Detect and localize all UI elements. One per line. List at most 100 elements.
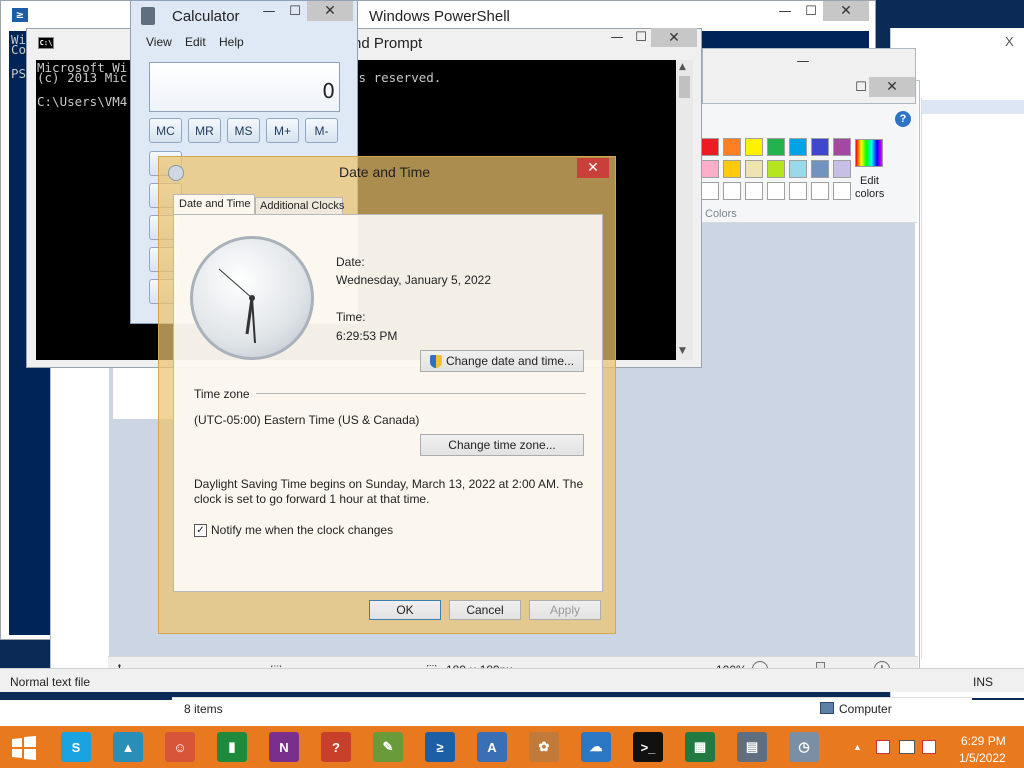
color-swatch-purple[interactable] <box>833 138 851 156</box>
calculator-minimize-button[interactable]: — <box>255 3 283 19</box>
scroll-up-arrow-icon[interactable]: ▲ <box>679 62 686 72</box>
scroll-down-arrow-icon[interactable]: ▼ <box>679 346 686 356</box>
color-swatch-empty[interactable] <box>833 182 851 200</box>
powershell-line: Co <box>11 42 27 57</box>
clock-hands <box>218 268 256 344</box>
taskbar-app-onenote[interactable]: N <box>266 728 302 766</box>
taskbar-clock-date[interactable]: 1/5/2022 <box>959 751 1006 765</box>
change-timezone-button[interactable]: Change time zone... <box>420 434 584 456</box>
calculator-icon <box>141 7 155 25</box>
taskbar-clock-time[interactable]: 6:29 PM <box>961 734 1006 748</box>
datetime-close-button[interactable]: ✕ <box>577 158 609 178</box>
paint-titlebar-fragment[interactable]: — ☐ ✕ <box>702 48 916 104</box>
color-swatch-bluegray[interactable] <box>811 160 829 178</box>
calculator-menu-help[interactable]: Help <box>219 35 244 49</box>
color-swatch-empty[interactable] <box>745 182 763 200</box>
notepad-file-type: Normal text file <box>10 675 91 689</box>
notepadpp-icon: ✎ <box>373 732 403 762</box>
timezone-value: (UTC-05:00) Eastern Time (US & Canada) <box>194 413 420 427</box>
color-swatch-empty[interactable] <box>789 182 807 200</box>
change-date-time-button[interactable]: Change date and time... <box>420 350 584 372</box>
calc-mr-button[interactable]: MR <box>188 118 221 143</box>
calculator-menu-view[interactable]: View <box>146 35 172 49</box>
color-swatch-empty[interactable] <box>767 182 785 200</box>
notify-label[interactable]: Notify me when the clock changes <box>211 523 393 537</box>
edit-colors-icon[interactable] <box>855 139 883 167</box>
powershell-maximize-button[interactable]: ☐ <box>797 3 825 19</box>
tray-overflow-icon[interactable]: ▲ <box>853 742 862 752</box>
tab-additional-clocks[interactable]: Additional Clocks <box>255 197 344 215</box>
taskbar-app-datetime[interactable]: ◷ <box>786 728 822 766</box>
paint-close-button[interactable]: ✕ <box>869 77 915 97</box>
uac-shield-icon <box>429 354 442 368</box>
network-icon[interactable] <box>899 740 915 754</box>
color-swatch-gold[interactable] <box>723 160 741 178</box>
notepad-insert-mode: INS <box>973 675 994 689</box>
color-swatch-lightyellow[interactable] <box>745 160 763 178</box>
cmd-icon: >_ <box>633 732 663 762</box>
color-swatch-pink[interactable] <box>701 160 719 178</box>
powershell-icon: ≥ <box>12 8 28 22</box>
time-label: Time: <box>336 310 366 324</box>
people-icon: ☺ <box>165 732 195 762</box>
color-swatch-empty[interactable] <box>701 182 719 200</box>
powershell-title: Windows PowerShell <box>369 8 510 25</box>
notepad-text-area[interactable] <box>921 98 1024 658</box>
calculator-display: 0 <box>149 62 340 112</box>
calc-mc-button[interactable]: MC <box>149 118 182 143</box>
taskbar-app-cmd[interactable]: >_ <box>630 728 666 766</box>
cmd-close-button[interactable]: ✕ <box>651 28 697 47</box>
taskbar-app-powershell[interactable]: ≥ <box>422 728 458 766</box>
taskbar-app-excel[interactable]: ▦ <box>682 728 718 766</box>
powershell-close-button[interactable]: ✕ <box>823 1 869 21</box>
calculator-maximize-button[interactable]: ☐ <box>281 3 309 19</box>
onenote-icon: N <box>269 732 299 762</box>
taskbar-app-notepadpp[interactable]: ✎ <box>370 728 406 766</box>
color-swatch-lightturquoise[interactable] <box>789 160 807 178</box>
apply-button[interactable]: Apply <box>529 600 601 620</box>
ok-button[interactable]: OK <box>369 600 441 620</box>
paint-help-icon[interactable]: ? <box>895 111 911 127</box>
cancel-button[interactable]: Cancel <box>449 600 521 620</box>
action-center-icon[interactable] <box>876 740 890 754</box>
paint-minimize-button[interactable]: — <box>789 53 817 69</box>
calculator-menu-edit[interactable]: Edit <box>185 35 206 49</box>
paint-status-bar-overlay <box>108 656 918 682</box>
calc-mminus-button[interactable]: M- <box>305 118 338 143</box>
cmd-scrollbar[interactable]: ▲ ▼ <box>676 60 693 360</box>
cmd-line: C:\Users\VM4 <box>37 94 128 109</box>
color-swatch-orange[interactable] <box>723 138 741 156</box>
color-swatch-yellow[interactable] <box>745 138 763 156</box>
calculator-icon: ▤ <box>737 732 767 762</box>
powershell-minimize-button[interactable]: — <box>771 3 799 19</box>
color-swatch-empty[interactable] <box>723 182 741 200</box>
color-swatch-empty[interactable] <box>811 182 829 200</box>
taskbar-app-finance[interactable]: ▮ <box>214 728 250 766</box>
datetime-dialog[interactable]: Date and Time ✕ Date and Time Additional… <box>158 156 616 634</box>
scroll-thumb[interactable] <box>679 76 690 98</box>
taskbar-app-wordpad[interactable]: A <box>474 728 510 766</box>
paint-icon: ✿ <box>529 732 559 762</box>
notify-checkbox[interactable]: ✓ <box>194 524 207 537</box>
taskbar-app-calculator[interactable]: ▤ <box>734 728 770 766</box>
calculator-close-button[interactable]: ✕ <box>307 1 353 21</box>
taskbar-app-onedrive[interactable]: ☁ <box>578 728 614 766</box>
taskbar-app-photo[interactable]: ▲ <box>110 728 146 766</box>
explorer-status-bar: 8 items Computer <box>172 697 972 719</box>
taskbar-app-skype[interactable]: S <box>58 728 94 766</box>
color-swatch-lavender[interactable] <box>833 160 851 178</box>
tab-date-and-time[interactable]: Date and Time <box>173 194 255 215</box>
color-swatch-green[interactable] <box>767 138 785 156</box>
volume-icon[interactable] <box>922 740 936 754</box>
color-swatch-lime[interactable] <box>767 160 785 178</box>
start-button[interactable] <box>8 732 40 764</box>
notepad-close-button[interactable]: X <box>1005 34 1014 49</box>
calc-mplus-button[interactable]: M+ <box>266 118 299 143</box>
color-swatch-indigo[interactable] <box>811 138 829 156</box>
color-swatch-turquoise[interactable] <box>789 138 807 156</box>
color-swatch-red[interactable] <box>701 138 719 156</box>
taskbar-app-people[interactable]: ☺ <box>162 728 198 766</box>
calc-ms-button[interactable]: MS <box>227 118 260 143</box>
taskbar-app-help[interactable]: ? <box>318 728 354 766</box>
taskbar-app-paint[interactable]: ✿ <box>526 728 562 766</box>
